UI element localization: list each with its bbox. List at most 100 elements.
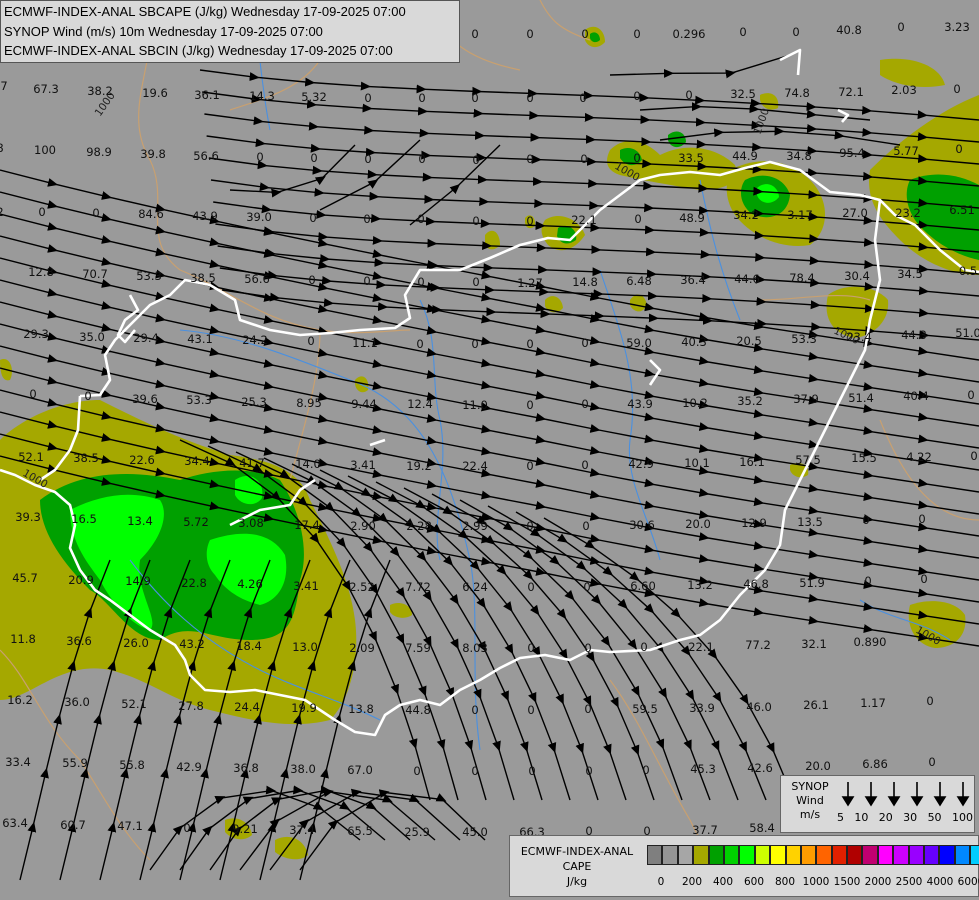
cin-value: 59.0 — [626, 336, 652, 350]
cin-value: 0 — [38, 205, 45, 219]
cin-value: 0 — [584, 702, 591, 716]
cin-value: 51.4 — [848, 391, 874, 405]
cape-swatch-17 — [908, 845, 925, 865]
cape-tick: 4000 — [926, 876, 954, 888]
cin-value: 0 — [471, 27, 478, 41]
cape-tick: 200 — [681, 876, 703, 888]
cin-value: 24.2 — [242, 333, 268, 347]
cape-swatch-0 — [647, 845, 663, 865]
cin-value: 34.4 — [184, 454, 210, 468]
cin-value: 20.0 — [685, 517, 711, 531]
cin-value: 12.4 — [407, 397, 433, 411]
cin-value: 0 — [309, 211, 316, 225]
cin-value: 11.8 — [10, 632, 36, 646]
cape-tick: 1500 — [833, 876, 861, 888]
cin-value: 37.4 — [289, 823, 315, 837]
cape-tick: 600 — [743, 876, 765, 888]
title-box: ECMWF-INDEX-ANAL SBCAPE (J/kg) Wednesday… — [0, 0, 460, 63]
cin-value: 45.0 — [462, 825, 488, 839]
cin-value: 11.1 — [352, 336, 378, 350]
cin-value: 53.3 — [136, 269, 162, 283]
cin-value: 27.8 — [178, 699, 204, 713]
cin-value: 8.03 — [462, 641, 488, 655]
wind-legend-speeds: 5 10 20 30 50 100 — [837, 811, 973, 824]
cin-value: 2.90 — [350, 519, 376, 533]
cin-value: 44.3 — [901, 328, 927, 342]
cin-value: 43.1 — [187, 332, 213, 346]
cin-value: 39.0 — [246, 210, 272, 224]
cin-value: 52.1 — [18, 450, 44, 464]
cin-value: 39.6 — [132, 392, 158, 406]
cin-value: 0 — [364, 152, 371, 166]
cin-value: 22.6 — [129, 453, 155, 467]
cin-value: 6.24 — [462, 580, 488, 594]
cin-value: 5.72 — [183, 515, 209, 529]
cin-value: 2.28 — [406, 519, 432, 533]
title-sbcape: ECMWF-INDEX-ANAL SBCAPE (J/kg) Wednesday… — [4, 4, 406, 19]
cin-value: 25.3 — [241, 395, 267, 409]
cin-value: 63.4 — [2, 816, 28, 830]
cin-value: 0 — [527, 703, 534, 717]
cin-value: 67.0 — [347, 763, 373, 777]
cin-value: 53.3 — [791, 332, 817, 346]
cin-value: 30.6 — [629, 518, 655, 532]
cin-value: 36.8 — [233, 761, 259, 775]
cin-value: 7 — [0, 79, 7, 93]
cin-value: 2.52 — [349, 580, 375, 594]
cin-value: 0 — [526, 459, 533, 473]
cin-value: 16.2 — [7, 693, 33, 707]
cin-value: 40.3 — [681, 335, 707, 349]
cin-value: 3.41 — [350, 458, 376, 472]
cin-value: 0 — [363, 274, 370, 288]
title-synop-wind: SYNOP Wind (m/s) 10m Wednesday 17-09-202… — [4, 23, 323, 39]
cin-value: 55.9 — [62, 756, 88, 770]
cape-swatch-6 — [739, 845, 755, 865]
cin-value: 2.09 — [349, 641, 375, 655]
cape-swatch-12 — [831, 845, 848, 865]
cin-value: 26.0 — [123, 636, 149, 650]
map-view[interactable]: 100010001000100010001000 0000000.2960040… — [0, 0, 979, 900]
cin-value: 0 — [526, 214, 533, 228]
cin-value: 3.17 — [787, 208, 813, 222]
cape-tick: 800 — [774, 876, 796, 888]
cin-value: 0 — [84, 389, 91, 403]
cin-value: 42.9 — [176, 760, 202, 774]
cin-value: 13.0 — [292, 640, 318, 654]
cin-value: 17.4 — [294, 518, 320, 532]
cin-value: 48.9 — [679, 211, 705, 225]
cin-value: 36.4 — [680, 273, 706, 287]
cin-value: 0 — [583, 580, 590, 594]
cin-value: 84.6 — [138, 207, 164, 221]
cin-value: 56.6 — [193, 149, 219, 163]
cape-swatch-14 — [862, 845, 878, 865]
cin-value: 39.8 — [140, 147, 166, 161]
cin-value: 43.9 — [192, 209, 218, 223]
cin-value: 0 — [527, 641, 534, 655]
cin-value: 0 — [581, 397, 588, 411]
cin-value: 2.03 — [891, 83, 917, 97]
cape-wind-map[interactable]: 100010001000100010001000 0000000.2960040… — [0, 0, 979, 900]
cin-value: 0 — [418, 91, 425, 105]
cin-value: 5.32 — [301, 90, 327, 104]
cin-value: 34.8 — [786, 149, 812, 163]
cin-value: 9.44 — [351, 397, 377, 411]
cin-value: 33.5 — [678, 151, 704, 165]
cape-swatch-5 — [723, 845, 740, 865]
cin-value: 27.0 — [842, 206, 868, 220]
cin-value: 22.8 — [181, 576, 207, 590]
cin-value: 0 — [953, 82, 960, 96]
cin-value: 53.3 — [186, 393, 212, 407]
cin-value: 9.21 — [232, 822, 258, 836]
cin-value: 13.4 — [127, 514, 153, 528]
cin-value: 55.8 — [119, 758, 145, 772]
cin-value: 0 — [310, 151, 317, 165]
cin-value: 0 — [955, 142, 962, 156]
cape-tick: 6000 — [957, 876, 979, 888]
cin-value: 6.48 — [626, 274, 652, 288]
cin-value: 4.26 — [237, 577, 263, 591]
cape-swatch-20 — [954, 845, 971, 865]
cin-value: 19.6 — [142, 86, 168, 100]
cin-value: 7.72 — [405, 580, 431, 594]
cin-value: 0 — [862, 513, 869, 527]
cin-value: 0 — [527, 580, 534, 594]
